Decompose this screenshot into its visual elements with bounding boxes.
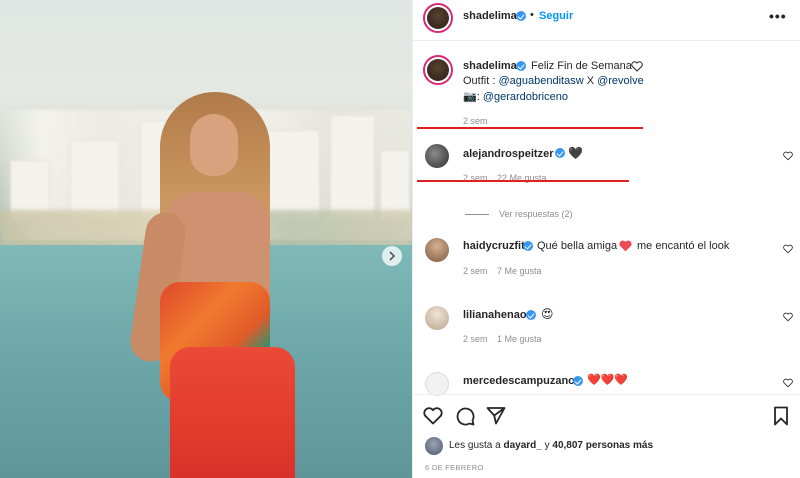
post-sidebar: shadelima • Seguir ••• shadelima Feliz F…: [412, 0, 800, 478]
like-comment-heart-icon[interactable]: [783, 378, 793, 388]
comment-text-continued: me encantó el look: [637, 240, 730, 252]
annotation-underline: [417, 180, 629, 182]
comment-icon[interactable]: [455, 406, 475, 426]
mention-link[interactable]: @aguabenditasw: [498, 75, 583, 87]
red-heart-emoji-icon: [619, 240, 632, 252]
caption-avatar[interactable]: [423, 55, 453, 85]
comment-time: 2 sem: [463, 334, 488, 344]
share-icon[interactable]: [486, 406, 506, 425]
mention-link[interactable]: @revolve: [597, 75, 644, 87]
mention-link[interactable]: @gerardobriceno: [483, 91, 568, 103]
replies-divider: [465, 214, 489, 215]
dot-separator: •: [530, 9, 534, 21]
heart-icon[interactable]: [423, 407, 443, 425]
comment-likes[interactable]: 1 Me gusta: [497, 334, 542, 344]
view-replies-button[interactable]: Ver respuestas (2): [499, 209, 573, 219]
more-options-icon[interactable]: •••: [769, 8, 787, 24]
follow-button[interactable]: Seguir: [539, 10, 573, 22]
next-photo-button[interactable]: [382, 246, 402, 266]
comment-emoji: ❤️❤️❤️: [587, 374, 629, 386]
heart-outline-icon: [631, 61, 643, 72]
comment-likes[interactable]: 7 Me gusta: [497, 266, 542, 276]
verified-icon: [573, 376, 583, 386]
photo-person: [120, 92, 300, 478]
comment-text: Qué bella amiga: [537, 240, 618, 252]
comment-emoji: 😍: [541, 307, 554, 321]
verified-icon: [516, 61, 526, 71]
like-comment-heart-icon[interactable]: [783, 312, 793, 322]
comment-time: 2 sem: [463, 266, 488, 276]
comment-emoji: 🖤: [568, 146, 583, 160]
caption-photo-credit-line: 📷: @gerardobriceno: [463, 91, 568, 103]
commenter-avatar[interactable]: [425, 238, 449, 262]
caption-username[interactable]: shadelima: [463, 60, 517, 72]
comment-username[interactable]: mercedescampuzano: [463, 375, 575, 387]
post-header: shadelima • Seguir •••: [413, 0, 800, 41]
liker-avatar[interactable]: [425, 437, 443, 455]
caption-time: 2 sem: [463, 116, 488, 126]
likes-summary: Les gusta a dayard_ y 40,807 personas má…: [449, 440, 654, 451]
like-comment-heart-icon[interactable]: [783, 244, 793, 254]
verified-icon: [523, 241, 533, 251]
caption-text: Feliz Fin de Semana: [531, 60, 632, 72]
bookmark-icon[interactable]: [773, 406, 789, 426]
verified-icon: [555, 148, 565, 158]
likes-count[interactable]: 40,807 personas más: [552, 440, 653, 451]
commenter-avatar[interactable]: [425, 372, 449, 396]
post-actions-bar: Les gusta a dayard_ y 40,807 personas má…: [413, 394, 800, 478]
comment-username[interactable]: haidycruzfit: [463, 240, 525, 252]
commenter-avatar[interactable]: [425, 144, 449, 168]
comment-username[interactable]: alejandrospeitzer: [463, 148, 553, 160]
chevron-right-icon: [389, 251, 396, 261]
post-date[interactable]: 6 DE FEBRERO: [425, 463, 484, 472]
verified-icon: [516, 11, 526, 21]
annotation-underline: [417, 127, 643, 129]
post-photo[interactable]: [0, 0, 412, 478]
caption-outfit-line: Outfit : @aguabenditasw X @revolve: [463, 75, 644, 87]
verified-icon: [526, 310, 536, 320]
author-avatar[interactable]: [423, 3, 453, 33]
like-comment-heart-icon[interactable]: [783, 151, 793, 161]
liker-username[interactable]: dayard_: [503, 440, 541, 451]
comment-username[interactable]: lilianahenao: [463, 309, 527, 321]
commenter-avatar[interactable]: [425, 306, 449, 330]
author-username[interactable]: shadelima: [463, 10, 517, 22]
